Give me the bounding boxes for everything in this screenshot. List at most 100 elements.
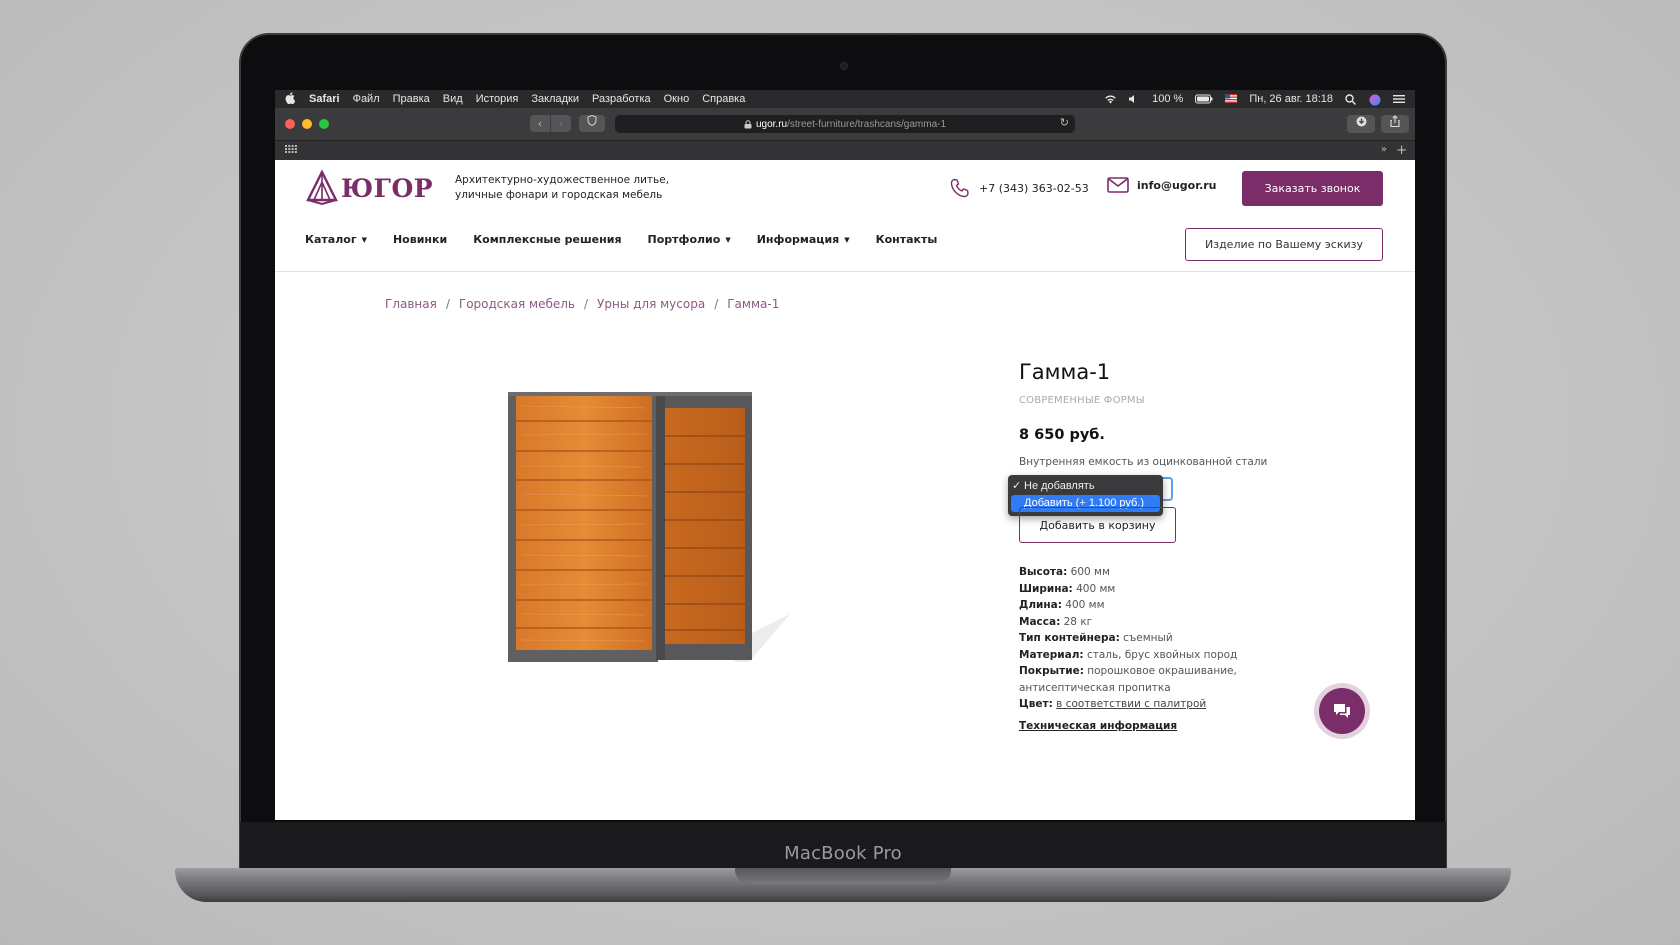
menubar-datetime[interactable]: Пн, 26 авг. 18:18 bbox=[1249, 93, 1333, 105]
nav-contacts[interactable]: Контакты bbox=[876, 233, 938, 246]
site-header: ЮГОР Архитектурно-художественное литье, … bbox=[275, 160, 1415, 220]
privacy-report-button[interactable] bbox=[579, 114, 605, 132]
nav-portfolio-label: Портфолио bbox=[647, 233, 721, 246]
chevron-down-icon: ▼ bbox=[844, 235, 850, 244]
menu-file[interactable]: Файл bbox=[353, 93, 380, 105]
menu-edit[interactable]: Правка bbox=[393, 93, 430, 105]
address-bar[interactable]: ugor.ru/street-furniture/trashcans/gamma… bbox=[615, 115, 1075, 133]
nav-information[interactable]: Информация ▼ bbox=[757, 233, 850, 246]
browser-toolbar: ‹ › ugor.ru/street-furniture/trashcans/g… bbox=[275, 108, 1415, 140]
more-chevron-icon[interactable]: » bbox=[1381, 144, 1387, 155]
product-subtitle: СОВРЕМЕННЫЕ ФОРМЫ bbox=[1019, 395, 1145, 406]
spec-row: Цвет: в соответствии с палитрой bbox=[1019, 696, 1239, 713]
breadcrumb-city-furniture[interactable]: Городская мебель bbox=[459, 297, 575, 311]
chat-bubble-icon bbox=[1334, 704, 1350, 718]
spec-value: 400 мм bbox=[1076, 582, 1116, 595]
phone-contact[interactable]: +7 (343) 363-02-53 bbox=[949, 177, 1089, 199]
tagline-line-1: Архитектурно-художественное литье, bbox=[455, 174, 670, 186]
breadcrumb-current: Гамма-1 bbox=[727, 297, 780, 311]
chat-button[interactable] bbox=[1319, 688, 1365, 734]
camera bbox=[840, 62, 848, 70]
spec-value: съемный bbox=[1123, 632, 1173, 644]
control-center-icon[interactable] bbox=[1393, 94, 1405, 105]
spec-key: Высота: bbox=[1019, 566, 1068, 578]
nav-contacts-label: Контакты bbox=[875, 233, 938, 246]
email-contact[interactable]: info@ugor.ru bbox=[1107, 177, 1217, 193]
request-call-button[interactable]: Заказать звонок bbox=[1242, 171, 1383, 206]
phone-number: +7 (343) 363-02-53 bbox=[979, 181, 1089, 195]
option-label: Внутренняя емкость из оцинкованной стали bbox=[1019, 456, 1268, 468]
header-divider bbox=[275, 271, 1415, 272]
menu-app-name[interactable]: Safari bbox=[309, 93, 340, 105]
wifi-icon[interactable] bbox=[1104, 94, 1116, 105]
forward-button[interactable]: › bbox=[551, 115, 571, 132]
option-no-add[interactable]: ✓ Не добавлять bbox=[1008, 478, 1163, 495]
menu-develop[interactable]: Разработка bbox=[592, 93, 651, 105]
email-address: info@ugor.ru bbox=[1137, 178, 1217, 192]
menu-history[interactable]: История bbox=[476, 93, 519, 105]
close-window-button[interactable] bbox=[285, 119, 295, 129]
chevron-down-icon: ▼ bbox=[725, 235, 731, 244]
nav-new-label: Новинки bbox=[392, 233, 448, 246]
lock-icon bbox=[744, 119, 752, 128]
spec-key: Тип контейнера: bbox=[1019, 632, 1120, 644]
nav-new[interactable]: Новинки bbox=[393, 233, 447, 246]
menu-help[interactable]: Справка bbox=[702, 93, 745, 105]
breadcrumb-separator: / bbox=[584, 297, 589, 311]
menu-view[interactable]: Вид bbox=[443, 93, 463, 105]
macbook-brand-label: MacBook Pro bbox=[784, 843, 902, 864]
tagline-line-2: уличные фонари и городская мебель bbox=[455, 189, 663, 201]
spec-key: Покрытие: bbox=[1019, 665, 1084, 677]
option-no-add-label: Не добавлять bbox=[1024, 480, 1095, 492]
battery-icon[interactable] bbox=[1195, 94, 1213, 105]
site-logo[interactable]: ЮГОР bbox=[305, 170, 433, 206]
zoom-window-button[interactable] bbox=[319, 119, 329, 129]
breadcrumb-home[interactable]: Главная bbox=[385, 297, 437, 311]
flag-icon[interactable] bbox=[1225, 93, 1238, 105]
minimize-window-button[interactable] bbox=[302, 119, 312, 129]
back-button[interactable]: ‹ bbox=[530, 115, 550, 132]
breadcrumb-separator: / bbox=[714, 297, 719, 311]
search-icon[interactable] bbox=[1345, 93, 1357, 105]
siri-icon[interactable] bbox=[1369, 94, 1381, 105]
spec-row: Масса: 28 кг bbox=[1019, 614, 1239, 631]
palette-link[interactable]: в соответствии с палитрой bbox=[1056, 698, 1206, 710]
website: ЮГОР Архитектурно-художественное литье, … bbox=[275, 160, 1415, 820]
sidebar-grid-icon[interactable] bbox=[285, 145, 297, 156]
menu-window[interactable]: Окно bbox=[664, 93, 690, 105]
window-controls bbox=[285, 119, 329, 129]
macos-menubar: Safari Файл Правка Вид История Закладки … bbox=[275, 90, 1415, 108]
share-button[interactable] bbox=[1381, 115, 1409, 133]
screen: Safari Файл Правка Вид История Закладки … bbox=[275, 90, 1415, 820]
new-tab-icon[interactable]: + bbox=[1396, 143, 1407, 158]
url-host: ugor.ru bbox=[755, 118, 788, 130]
site-tagline: Архитектурно-художественное литье, уличн… bbox=[455, 173, 685, 203]
spec-row: Тип контейнера: съемный bbox=[1019, 630, 1239, 647]
nav-catalog[interactable]: Каталог ▼ bbox=[305, 233, 367, 246]
breadcrumb-separator: / bbox=[445, 297, 450, 311]
volume-icon[interactable] bbox=[1128, 94, 1140, 105]
product-image[interactable] bbox=[505, 382, 805, 662]
spec-key: Длина: bbox=[1019, 599, 1062, 611]
add-to-cart-button[interactable]: Добавить в корзину bbox=[1019, 507, 1176, 543]
spec-key: Материал: bbox=[1019, 648, 1084, 661]
reload-icon[interactable]: ↻ bbox=[1060, 116, 1069, 129]
favorites-bar: » + bbox=[275, 140, 1415, 160]
nav-complex-solutions[interactable]: Комплексные решения bbox=[473, 233, 621, 246]
breadcrumb-trashcans[interactable]: Урны для мусора bbox=[597, 297, 705, 311]
product-title: Гамма-1 bbox=[1019, 360, 1111, 384]
spec-row: Материал: сталь, брус хвойных пород bbox=[1019, 647, 1239, 664]
product-specs: Высота: 600 мм Ширина: 400 мм Длина: 400… bbox=[1019, 564, 1239, 713]
downloads-button[interactable] bbox=[1347, 115, 1375, 133]
custom-sketch-button[interactable]: Изделие по Вашему эскизу bbox=[1185, 228, 1383, 261]
chevron-down-icon: ▼ bbox=[361, 235, 367, 244]
spec-key: Масса: bbox=[1019, 615, 1061, 628]
nav-information-label: Информация bbox=[756, 233, 840, 246]
spec-value: 28 кг bbox=[1063, 615, 1093, 628]
spec-value: сталь, брус хвойных пород bbox=[1086, 648, 1238, 661]
tech-info-link[interactable]: Техническая информация bbox=[1019, 720, 1177, 732]
checkmark-icon: ✓ bbox=[1012, 480, 1022, 492]
menu-bookmarks[interactable]: Закладки bbox=[531, 93, 579, 105]
apple-icon[interactable] bbox=[285, 91, 297, 107]
nav-portfolio[interactable]: Портфолио ▼ bbox=[648, 233, 731, 246]
